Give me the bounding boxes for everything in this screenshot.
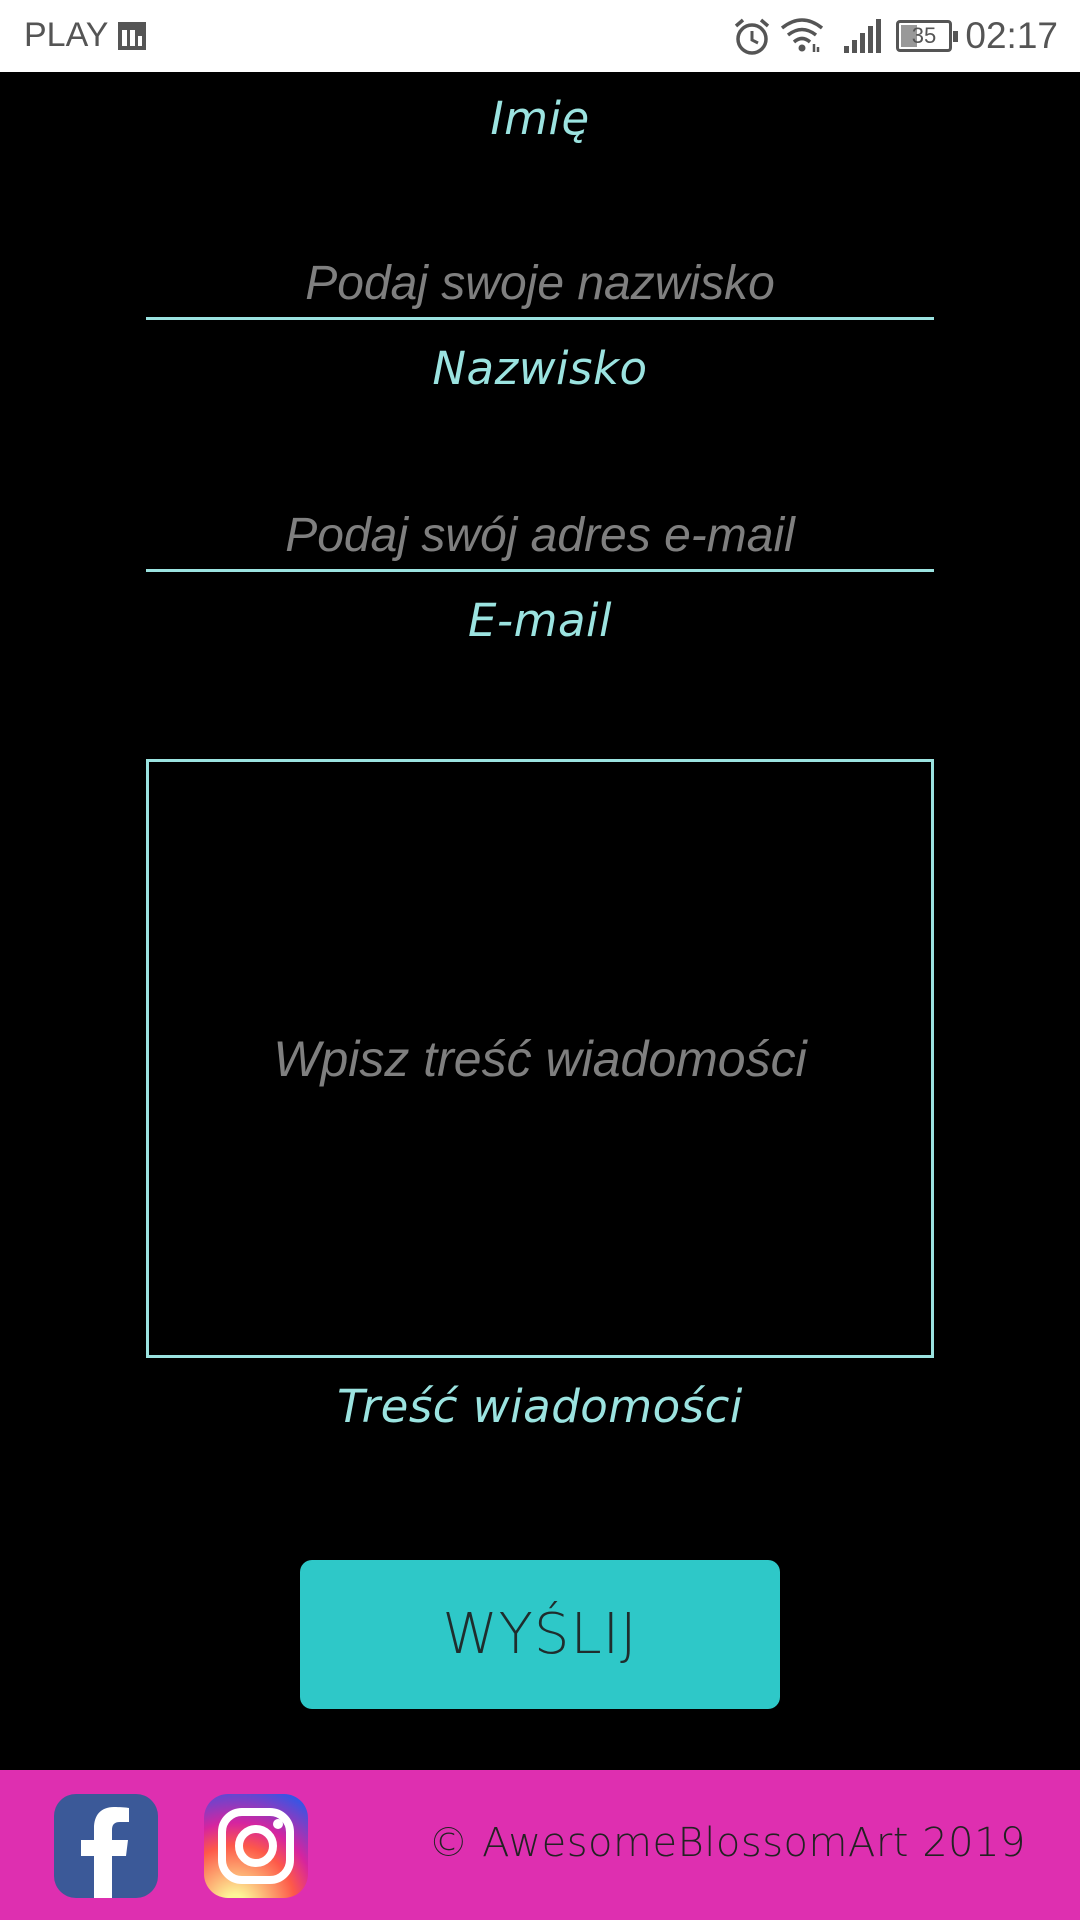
first-name-label: Imię (490, 92, 590, 145)
clock: 02:17 (965, 15, 1058, 56)
facebook-icon[interactable] (54, 1794, 158, 1898)
email-input[interactable] (146, 502, 934, 569)
status-bar: PLAY 35 02:17 (0, 0, 1080, 72)
message-label: Treść wiadomości (337, 1380, 743, 1433)
message-textarea[interactable] (149, 762, 931, 1355)
carrier-icon (118, 22, 146, 50)
last-name-label: Nazwisko (432, 342, 648, 395)
signal-icon (844, 19, 881, 53)
send-button[interactable]: WYŚLIJ (300, 1560, 780, 1709)
battery-level: 35 (911, 23, 937, 48)
carrier-name: PLAY (24, 16, 109, 54)
battery-icon: 35 (896, 20, 958, 52)
last-name-input[interactable] (146, 250, 934, 317)
alarm-icon (734, 18, 770, 55)
footer: © AwesomeBlossomArt 2019 (0, 1770, 1080, 1920)
wifi-icon (780, 18, 824, 52)
email-label: E-mail (467, 594, 613, 647)
copyright-text: © AwesomeBlossomArt 2019 (428, 1820, 1026, 1866)
email-field-wrapper (146, 502, 934, 572)
last-name-field-wrapper (146, 250, 934, 320)
message-field-wrapper (146, 759, 934, 1358)
instagram-icon[interactable] (204, 1794, 308, 1898)
